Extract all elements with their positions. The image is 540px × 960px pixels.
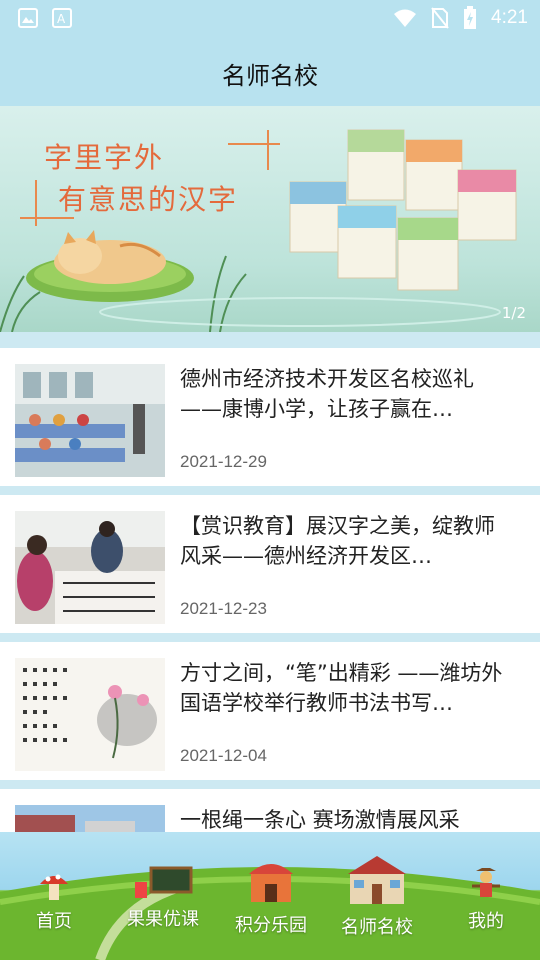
tab-courses-label: 果果优课: [127, 909, 199, 930]
carousel-page-indicator: 1/2: [501, 304, 526, 322]
scarecrow-icon: [472, 866, 500, 897]
article-title: 一根绳一条心 赛场激情展风采: [180, 808, 460, 832]
image-icon: [18, 8, 38, 28]
tab-courses[interactable]: 果果优课: [118, 864, 208, 931]
article-card[interactable]: 方寸之间，“笔”出精彩 ——潍坊外国语学校举行教师书法书写… 2021-12-0…: [0, 642, 540, 780]
tab-famous-schools[interactable]: 名师名校: [332, 852, 422, 939]
playhouse-icon: [249, 864, 293, 902]
tab-points[interactable]: 积分乐园: [226, 854, 316, 937]
article-date: 2021-12-29: [180, 452, 267, 471]
article-date: 2021-12-23: [180, 599, 267, 618]
page-title: 名师名校: [222, 62, 318, 90]
article-thumbnail: [15, 511, 165, 624]
article-thumbnail: [15, 364, 165, 477]
article-card[interactable]: 德州市经济技术开发区名校巡礼 ——康博小学，让孩子赢在… 2021-12-29: [0, 348, 540, 486]
status-bar: A 4:21: [0, 0, 540, 36]
banner-carousel[interactable]: 字里字外 有意思的汉字 1/2: [0, 106, 540, 332]
battery-icon: [464, 6, 477, 29]
article-thumbnail: [15, 658, 165, 771]
mushroom-icon: [40, 874, 68, 900]
banner-headline: 字里字外: [44, 141, 165, 174]
article-card[interactable]: 【赏识教育】展汉字之美，绽教师风采——德州经济开发区… 2021-12-23: [0, 495, 540, 633]
banner-subheadline: 有意思的汉字: [58, 183, 239, 216]
tab-points-label: 积分乐园: [235, 915, 307, 936]
wifi-icon: [394, 9, 417, 27]
article-title: 方寸之间，“笔”出精彩 ——潍坊外国语学校举行教师书法书写…: [180, 661, 503, 715]
tab-mine-label: 我的: [468, 911, 504, 932]
clock: 4:21: [491, 7, 528, 28]
tab-home-label: 首页: [36, 911, 72, 932]
article-date: 2021-12-04: [180, 746, 267, 765]
svg-text:A: A: [57, 12, 66, 26]
tab-home[interactable]: 首页: [22, 868, 86, 933]
blackboard-icon: [135, 866, 193, 898]
tab-mine[interactable]: 我的: [456, 866, 516, 933]
app-header: 名师名校: [0, 36, 540, 106]
tab-famous-schools-label: 名师名校: [341, 917, 413, 938]
article-title: 德州市经济技术开发区名校巡礼 ——康博小学，让孩子赢在…: [180, 367, 474, 421]
bottom-tab-bar: 首页 果果优课 积分乐园 名师名校 我的: [0, 832, 540, 960]
a-icon: A: [52, 8, 72, 28]
no-sim-icon: [431, 7, 449, 29]
article-title: 【赏识教育】展汉字之美，绽教师风采——德州经济开发区…: [180, 514, 495, 568]
school-icon: [348, 856, 406, 904]
